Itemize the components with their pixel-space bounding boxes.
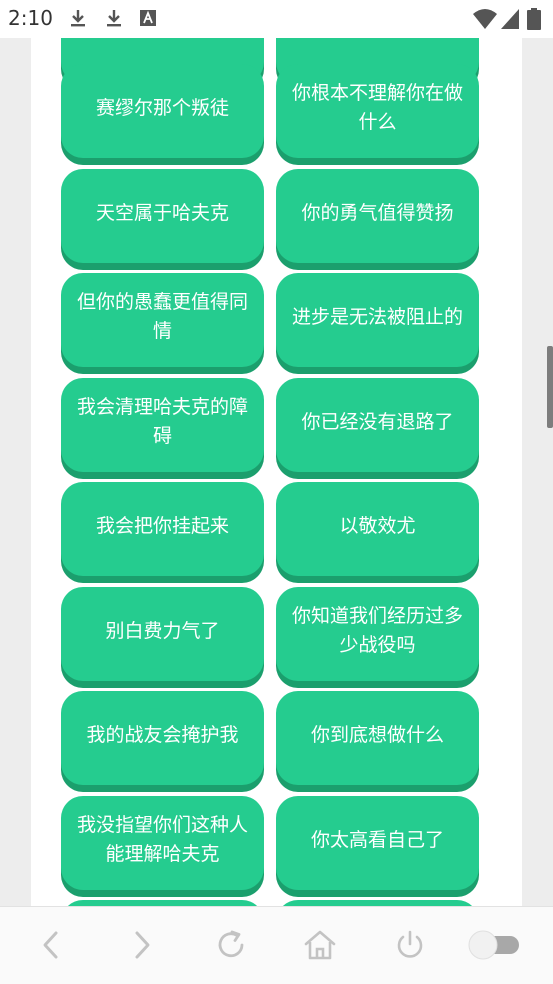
toggle-switch-icon[interactable] — [465, 927, 523, 963]
phrase-button[interactable]: 别白费力气了 — [61, 587, 264, 681]
phrase-button[interactable]: 你根本不理解你在做什么 — [276, 64, 479, 158]
battery-icon — [527, 8, 541, 30]
back-arrow-icon[interactable] — [34, 927, 70, 963]
bottom-navigation-bar — [0, 906, 553, 984]
phrase-button[interactable]: 我会把你挂起来 — [61, 482, 264, 576]
wifi-icon — [473, 9, 497, 29]
download-icon — [71, 10, 85, 27]
phrase-button-list[interactable]: 赛缪尔那个叛徒 你根本不理解你在做什么 天空属于哈夫克 你的勇气值得赞扬 但你的… — [31, 38, 522, 906]
phrase-button[interactable]: 进步是无法被阻止的 — [276, 273, 479, 367]
phrase-button[interactable]: 但你的愚蠢更值得同情 — [61, 273, 264, 367]
forward-arrow-icon[interactable] — [123, 927, 159, 963]
power-icon[interactable] — [392, 927, 428, 963]
phrase-button[interactable]: 你已经没有退路了 — [276, 378, 479, 472]
phrase-button[interactable]: 你知道我们经历过多少战役吗 — [276, 587, 479, 681]
phrase-button[interactable]: 你的勇气值得赞扬 — [276, 169, 479, 263]
home-icon[interactable] — [302, 927, 338, 963]
phrase-button[interactable]: 以敬效尤 — [276, 482, 479, 576]
phrase-button[interactable]: 我没指望你们这种人能理解哈夫克 — [61, 796, 264, 890]
phrase-button[interactable]: 我会清理哈夫克的障碍 — [61, 378, 264, 472]
refresh-icon[interactable] — [213, 927, 249, 963]
download-icon — [107, 10, 121, 27]
phrase-button[interactable]: 赛缪尔那个叛徒 — [61, 64, 264, 158]
signal-icon — [501, 9, 519, 29]
status-bar: 2:10 — [0, 0, 553, 38]
phrase-button[interactable]: 我的战友会掩护我 — [61, 691, 264, 785]
phrase-button[interactable]: 你到底想做什么 — [276, 691, 479, 785]
status-time: 2:10 — [8, 6, 53, 30]
app-notification-icon — [140, 10, 156, 26]
scrollbar-thumb[interactable] — [547, 346, 553, 428]
phrase-button[interactable]: 天空属于哈夫克 — [61, 169, 264, 263]
phrase-button[interactable]: 你太高看自己了 — [276, 796, 479, 890]
